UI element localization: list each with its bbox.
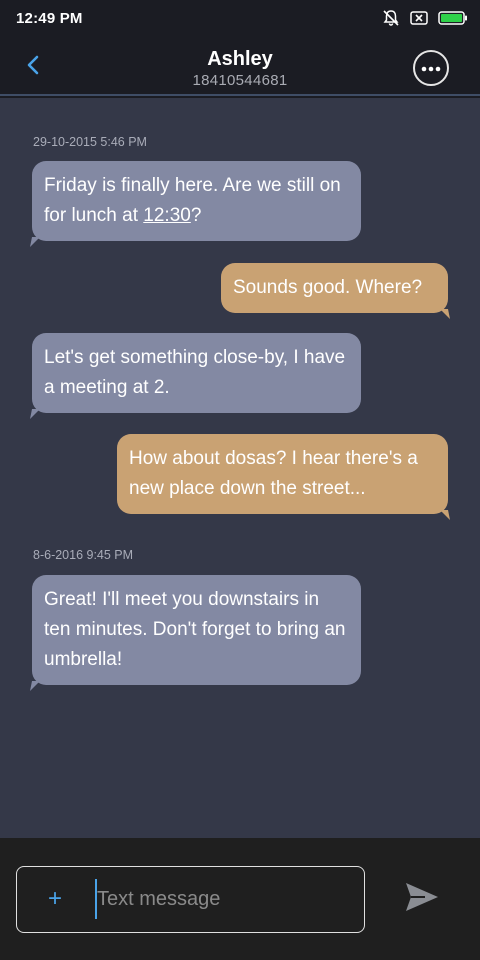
- conversation-header: Ashley 18410544681: [0, 36, 480, 96]
- message-bubble-outgoing[interactable]: How about dosas? I hear there's a new pl…: [117, 434, 450, 520]
- message-bubble-incoming[interactable]: Friday is finally here. Are we still on …: [30, 161, 361, 247]
- bubble-tail: [30, 237, 40, 247]
- more-horizontal-icon: [421, 59, 441, 77]
- status-time: 12:49 PM: [16, 9, 83, 27]
- bubble-tail: [30, 409, 40, 419]
- composer-bar: +: [0, 838, 480, 960]
- message-text: Sounds good. Where?: [233, 277, 423, 298]
- message-bubble-outgoing[interactable]: Sounds good. Where?: [221, 263, 450, 319]
- message-text: Great! I'll meet you downstairs in ten m…: [44, 589, 346, 670]
- time-link[interactable]: 12:30: [143, 205, 191, 226]
- send-icon: [405, 882, 439, 917]
- timestamp: 8-6-2016 9:45 PM: [33, 548, 134, 562]
- composer-box: +: [16, 866, 365, 933]
- sim-off-icon: [410, 11, 428, 25]
- battery-icon: [438, 11, 468, 25]
- timestamp: 29-10-2015 5:46 PM: [33, 135, 147, 149]
- contact-name: Ashley: [207, 48, 273, 70]
- bubble-tail: [30, 681, 40, 691]
- message-bubble-incoming[interactable]: Great! I'll meet you downstairs in ten m…: [30, 575, 361, 691]
- contact-number: 18410544681: [192, 72, 288, 89]
- add-attachment-button[interactable]: +: [43, 887, 67, 911]
- notifications-off-icon: [382, 9, 400, 27]
- bubble-tail: [440, 510, 450, 520]
- bubble-tail: [440, 309, 450, 319]
- status-bar: 12:49 PM: [0, 0, 480, 36]
- message-input[interactable]: [95, 879, 345, 919]
- message-text: Let's get something close-by, I have a m…: [44, 347, 346, 398]
- message-bubble-incoming[interactable]: Let's get something close-by, I have a m…: [30, 333, 361, 419]
- send-button[interactable]: [404, 882, 440, 916]
- message-text: How about dosas? I hear there's a new pl…: [129, 448, 418, 499]
- status-icons: [382, 9, 468, 27]
- message-list[interactable]: 29-10-2015 5:46 PM Friday is finally her…: [0, 98, 480, 838]
- more-options-button[interactable]: [413, 50, 449, 86]
- message-text: ?: [190, 205, 202, 226]
